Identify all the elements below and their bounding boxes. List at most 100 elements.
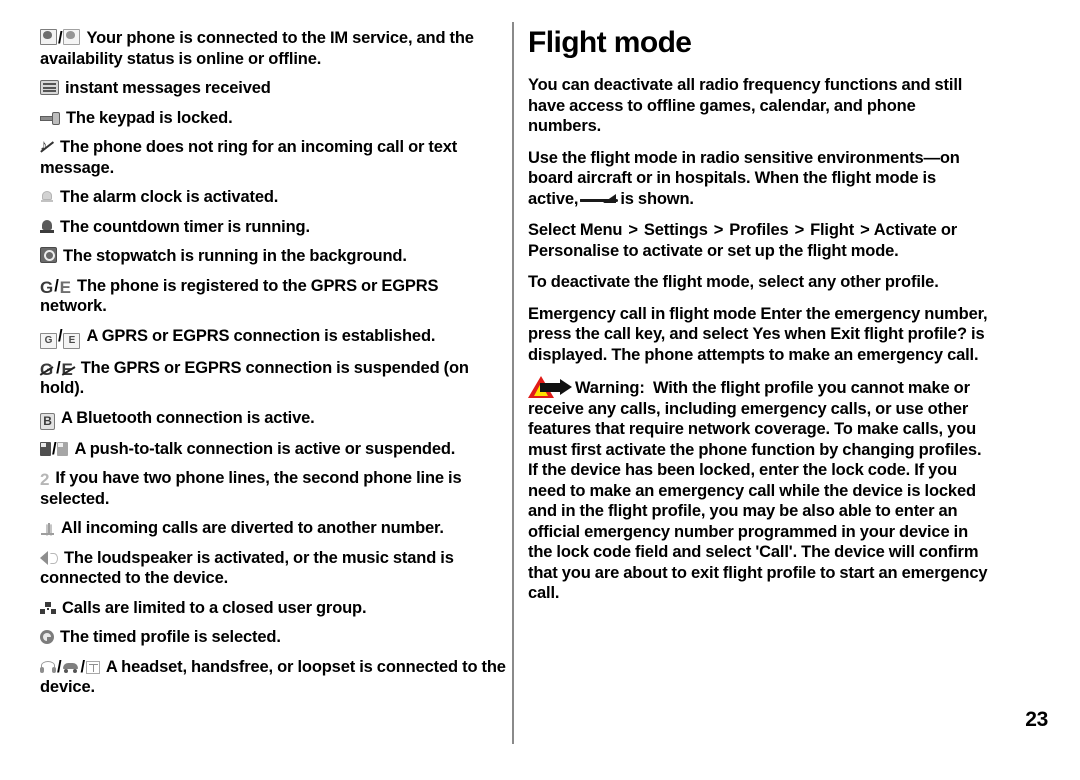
silent-ringtone-icon: [40, 138, 54, 154]
list-item-text: A headset, handsfree, or loopset is conn…: [40, 657, 506, 697]
list-item: All incoming calls are diverted to anoth…: [40, 518, 508, 539]
warning-arrow-bar: [540, 383, 562, 392]
menu-path-tail: to activate or set up the flight mode.: [623, 241, 899, 260]
emergency-text-part-2: when: [784, 325, 827, 343]
gprs-registered-icon: G: [40, 277, 54, 297]
indicator-glyphs: / /: [40, 658, 100, 676]
list-item: Calls are limited to a closed user group…: [40, 598, 508, 619]
list-item: The alarm clock is activated.: [40, 187, 508, 208]
menu-path-paragraph: Select Menu > Settings > Profiles > Flight > Ac…: [528, 220, 990, 261]
menu-path-item-menu: Menu: [579, 221, 623, 239]
gprs-suspended-icon: G: [40, 359, 54, 379]
menu-path-arrow: >: [713, 221, 724, 239]
list-item-text: The phone does not ring for an incoming …: [40, 138, 458, 177]
list-item: / Your phone is connected to the IM servi…: [40, 28, 508, 69]
list-item-text: The countdown timer is running.: [60, 217, 310, 236]
menu-path-option-activate: Activate: [873, 221, 937, 239]
timed-profile-icon: [40, 630, 54, 644]
list-item: G / E A GPRS or EGPRS connection is establi…: [40, 326, 508, 349]
gprs-connection-icon: G: [40, 332, 57, 349]
list-item: B A Bluetooth connection is active.: [40, 408, 508, 430]
list-item-text: The keypad is locked.: [66, 108, 233, 127]
flight-mode-usage-paragraph: Use the flight mode in radio sensitive e…: [528, 148, 990, 210]
list-item-text: A Bluetooth connection is active.: [61, 408, 315, 427]
list-item-text: instant messages received: [65, 79, 271, 97]
push-to-talk-active-icon: [40, 441, 51, 456]
emergency-bold-yes: Yes: [752, 325, 781, 343]
im-offline-icon: [63, 29, 81, 45]
menu-path-arrow: >: [628, 221, 638, 239]
im-online-icon: [40, 29, 57, 45]
indicator-glyphs: /: [40, 440, 69, 458]
list-item: instant messages received: [40, 78, 508, 99]
indicator-glyphs: G/E: [40, 277, 72, 297]
warning-text: With the flight profile you cannot make …: [528, 379, 988, 602]
list-item: G/E The GPRS or EGPRS connection is suspe…: [40, 358, 508, 399]
list-item-text: A GPRS or EGPRS connection is establishe…: [86, 326, 436, 345]
stopwatch-icon: [40, 247, 57, 263]
column-divider: [512, 22, 514, 744]
warning-triangle-arrow-icon: [528, 376, 574, 398]
page-title: Flight mode: [528, 26, 692, 59]
menu-path-option-personalise: Personalise: [528, 241, 619, 260]
list-item-text: A push-to-talk connection is active or s…: [74, 439, 456, 458]
list-item-text: The alarm clock is activated.: [60, 188, 279, 206]
egprs-registered-icon: E: [59, 277, 72, 297]
deactivate-paragraph: To deactivate the flight mode, select an…: [528, 273, 939, 291]
list-item-text: The phone is registered to the GPRS or E…: [40, 276, 439, 316]
second-phone-line-icon: 2: [40, 470, 50, 489]
call-divert-icon: [40, 522, 55, 535]
loudspeaker-icon: [40, 551, 58, 565]
warning-arrow-head: [560, 379, 572, 395]
intro-paragraph: You can deactivate all radio frequency f…: [528, 76, 963, 135]
push-to-talk-suspended-icon: [57, 441, 69, 456]
indicator-list: / Your phone is connected to the IM servi…: [40, 28, 508, 707]
page-number: 23: [1025, 708, 1048, 731]
menu-path-conjunction: or: [940, 221, 958, 239]
list-item: / A push-to-talk connection is active or …: [40, 439, 508, 460]
loopset-icon: [85, 660, 100, 674]
menu-path-item-flight: Flight: [810, 221, 855, 239]
list-item: The timed profile is selected.: [40, 627, 508, 648]
instant-message-received-icon: [40, 80, 59, 95]
list-item-text: If you have two phone lines, the second …: [40, 469, 462, 508]
list-item-text: The stopwatch is running in the backgrou…: [63, 247, 407, 265]
list-item: The keypad is locked.: [40, 108, 508, 129]
list-item: The phone does not ring for an incoming …: [40, 137, 508, 178]
closed-user-group-icon: [40, 601, 56, 615]
list-item: / / A headset, handsfree, or loopset is co…: [40, 657, 508, 698]
indicator-glyphs: G/E: [40, 327, 81, 349]
flight-mode-section: Flight mode You can deactivate all radio…: [528, 26, 990, 604]
list-item: The countdown timer is running.: [40, 217, 508, 238]
list-item-text: The GPRS or EGPRS connection is suspende…: [40, 358, 469, 398]
indicator-glyphs: G/E: [40, 359, 75, 379]
usage-text-after-icon: is shown.: [620, 189, 694, 208]
list-item: G/E The phone is registered to the GPRS o…: [40, 276, 508, 317]
list-item: The stopwatch is running in the backgrou…: [40, 246, 508, 267]
handsfree-icon: [62, 662, 79, 674]
headset-icon: [40, 660, 56, 674]
list-item-text: Calls are limited to a closed user group…: [62, 598, 367, 617]
menu-path-item-profiles: Profiles: [729, 221, 789, 239]
warning-paragraph: Warning: With the flight profile you can…: [528, 376, 990, 604]
menu-path-arrow: >: [794, 221, 805, 239]
emergency-bold-exit-flight-profile: Exit flight profile?: [830, 325, 967, 343]
list-item: 2 If you have two phone lines, the second…: [40, 468, 508, 509]
list-item-text: All incoming calls are diverted to anoth…: [61, 519, 444, 537]
bluetooth-active-icon: B: [40, 412, 55, 430]
menu-path-arrow: >: [860, 221, 870, 239]
list-item-text: The timed profile is selected.: [60, 628, 281, 646]
manual-page: / Your phone is connected to the IM servi…: [0, 0, 1080, 780]
list-item: The loudspeaker is activated, or the mus…: [40, 548, 508, 589]
warning-label: Warning:: [575, 379, 645, 397]
flight-mode-airplane-icon: [580, 193, 619, 205]
list-item-text: Your phone is connected to the IM servic…: [40, 29, 474, 68]
keypad-locked-icon: [40, 111, 60, 125]
countdown-timer-icon: [40, 219, 54, 234]
menu-path-item-settings: Settings: [643, 221, 708, 239]
egprs-suspended-icon: E: [61, 359, 73, 379]
menu-path-lead: Select: [528, 221, 576, 239]
emergency-call-paragraph: Emergency call in flight mode Enter the …: [528, 304, 990, 366]
alarm-clock-icon: [40, 190, 54, 204]
egprs-connection-icon: E: [63, 332, 81, 349]
